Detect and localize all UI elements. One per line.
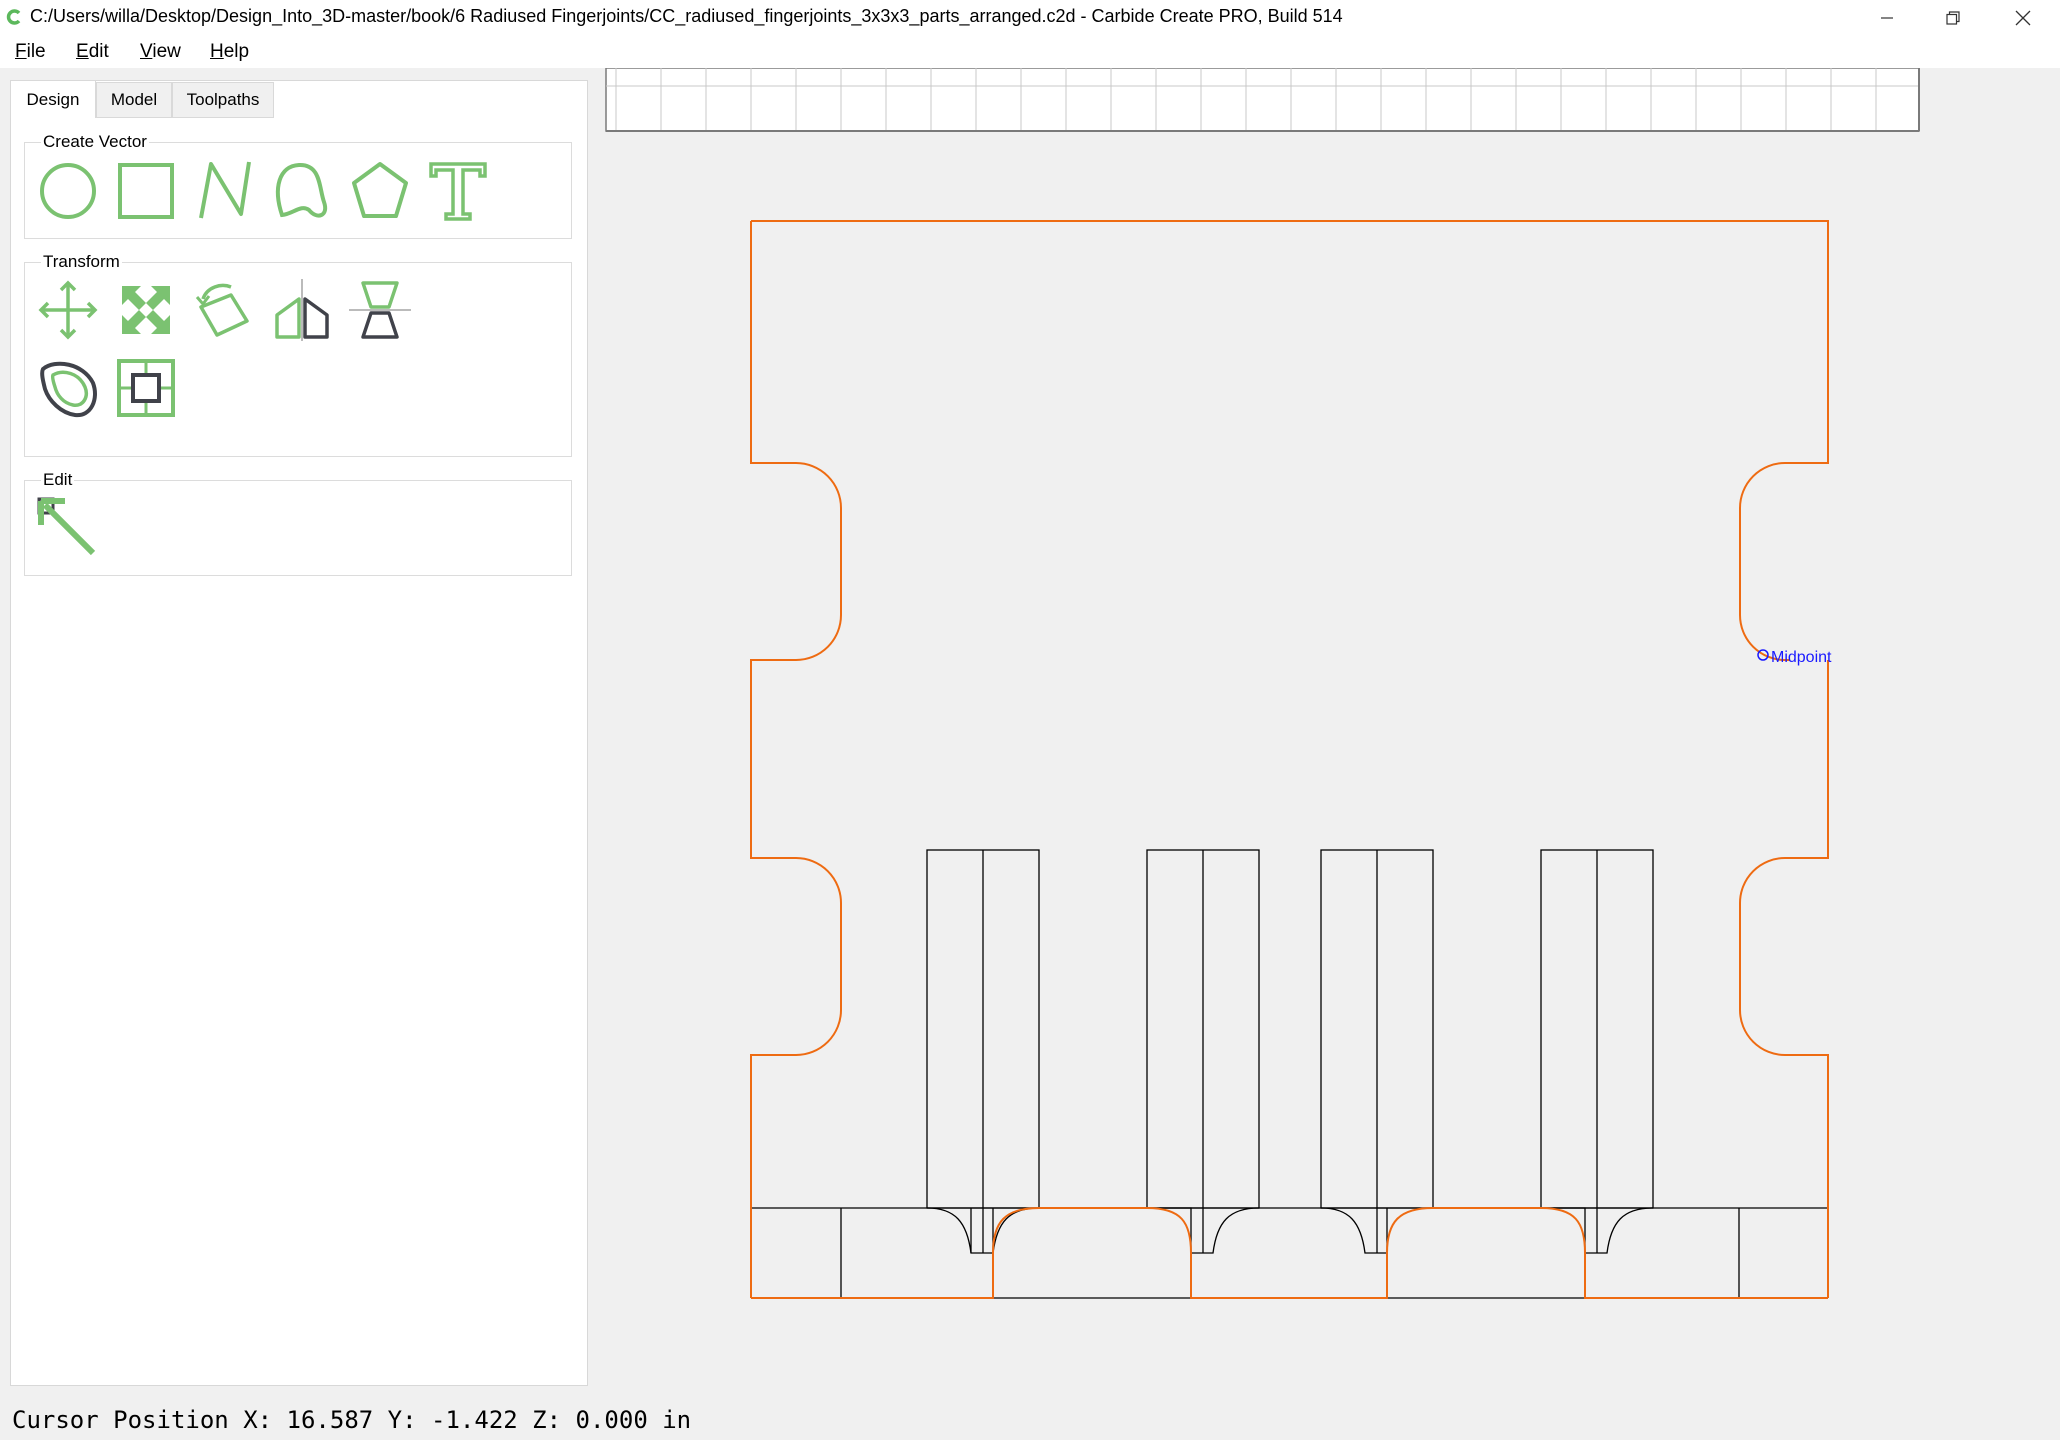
rectangle-icon <box>118 163 174 219</box>
offset-icon <box>40 361 97 418</box>
minimize-button[interactable] <box>1852 0 1922 36</box>
text-icon <box>429 162 487 221</box>
create-polyline-button[interactable] <box>191 158 257 224</box>
align-icon <box>349 281 411 339</box>
menu-file[interactable]: File <box>15 41 46 63</box>
scale-icon <box>122 286 170 334</box>
title-bar: C:/Users/willa/Desktop/Design_Into_3D-ma… <box>0 0 2060 36</box>
menu-help[interactable]: Help <box>210 41 249 63</box>
menu-edit-accel: E <box>76 41 89 62</box>
menu-help-accel: H <box>210 41 224 62</box>
create-polygon-button[interactable] <box>347 158 413 224</box>
move-icon <box>38 280 98 340</box>
create-vector-title: Create Vector <box>41 132 149 152</box>
tab-model[interactable]: Model <box>96 82 172 118</box>
mirror-icon <box>275 279 329 341</box>
center-button[interactable] <box>113 355 179 421</box>
create-curve-button[interactable] <box>269 158 335 224</box>
selected-vectors <box>750 220 1829 1299</box>
menu-view[interactable]: View <box>140 41 181 63</box>
design-canvas[interactable]: Midpoint <box>600 67 2060 1408</box>
restore-button[interactable] <box>1918 0 1988 36</box>
status-bar: Cursor Position X: 16.587 Y: -1.422 Z: 0… <box>0 1400 2060 1440</box>
align-button[interactable] <box>347 277 413 343</box>
tab-toolpaths[interactable]: Toolpaths <box>172 82 274 118</box>
circle-icon <box>40 163 96 219</box>
polyline-icon <box>199 161 251 219</box>
rotate-icon <box>195 283 249 337</box>
move-button[interactable] <box>35 277 101 343</box>
menu-edit-label: dit <box>88 41 109 62</box>
window-title: C:/Users/willa/Desktop/Design_Into_3D-ma… <box>30 6 1343 26</box>
center-icon <box>117 359 175 417</box>
transform-title: Transform <box>41 252 122 272</box>
selected-panel-outline[interactable] <box>750 220 1829 1298</box>
menu-help-label: elp <box>223 41 250 62</box>
edit-title: Edit <box>41 470 75 490</box>
create-rectangle-button[interactable] <box>113 158 179 224</box>
menu-file-label: ile <box>26 41 46 62</box>
carbide-create-app-icon <box>6 9 21 25</box>
snap-label: Midpoint <box>1771 649 1832 666</box>
offset-button[interactable] <box>35 355 101 421</box>
create-text-button[interactable] <box>425 158 491 224</box>
transform-group: Transform <box>24 252 572 457</box>
minimize-icon <box>1881 17 1893 19</box>
close-button[interactable] <box>1988 0 2058 36</box>
unselected-vectors <box>751 849 1828 1299</box>
tab-design[interactable]: Design <box>10 80 96 118</box>
edit-nodes-button[interactable] <box>35 495 101 561</box>
mirror-button[interactable] <box>269 277 335 343</box>
polygon-icon <box>352 162 408 218</box>
curve-icon <box>275 162 328 218</box>
cursor-position-readout: Cursor Position X: 16.587 Y: -1.422 Z: 0… <box>12 1406 692 1434</box>
rotate-button[interactable] <box>191 277 257 343</box>
menu-file-accel: F <box>15 41 27 62</box>
menu-bar: File Edit View Help <box>0 36 2060 68</box>
menu-view-label: iew <box>152 41 181 62</box>
material-grid <box>605 67 1920 132</box>
scale-button[interactable] <box>113 277 179 343</box>
menu-edit[interactable]: Edit <box>76 41 109 63</box>
restore-icon <box>1946 11 1960 25</box>
edit-nodes-icon <box>37 497 96 556</box>
menu-view-accel: V <box>140 41 153 62</box>
edit-group: Edit <box>24 470 572 576</box>
create-vector-group: Create Vector <box>24 132 572 239</box>
close-icon <box>2015 10 2031 26</box>
canvas-drawing: Midpoint <box>605 67 1920 1299</box>
create-circle-button[interactable] <box>35 158 101 224</box>
